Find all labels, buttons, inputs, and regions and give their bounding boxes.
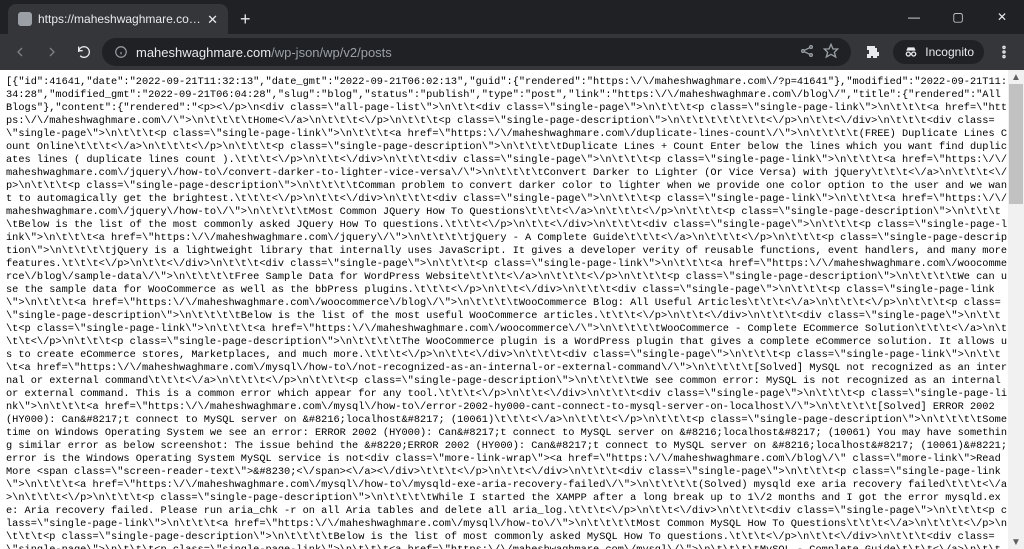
extensions-button[interactable] [859,38,887,66]
site-info-icon[interactable] [114,45,128,59]
back-button[interactable] [6,38,34,66]
share-icon[interactable] [799,43,815,62]
reload-button[interactable] [70,38,98,66]
bookmark-star-icon[interactable] [823,43,839,62]
browser-tab[interactable]: https://maheshwaghmare.com/w ✕ [8,4,228,34]
forward-button[interactable] [38,38,66,66]
json-response-body[interactable]: [{"id":41641,"date":"2022-09-21T11:32:13… [0,70,1024,549]
scroll-down-arrow[interactable]: ▼ [1008,535,1024,549]
menu-button[interactable] [990,38,1018,66]
incognito-indicator[interactable]: Incognito [893,40,984,64]
incognito-label: Incognito [925,45,974,59]
window-maximize-button[interactable]: ▢ [936,0,980,34]
new-tab-button[interactable]: + [228,9,263,34]
tab-close-icon[interactable]: ✕ [207,13,218,26]
scrollbar-track[interactable]: ▲ ▼ [1008,70,1024,549]
tab-favicon [18,12,32,26]
address-bar[interactable]: maheshwaghmare.com/wp-json/wp/v2/posts [102,38,851,66]
window-close-button[interactable]: ✕ [980,0,1024,34]
tab-title: https://maheshwaghmare.com/w [38,12,201,26]
scrollbar-thumb[interactable] [1009,84,1023,204]
url-text: maheshwaghmare.com/wp-json/wp/v2/posts [136,45,392,60]
scroll-up-arrow[interactable]: ▲ [1008,70,1024,84]
window-minimize-button[interactable]: — [892,0,936,34]
